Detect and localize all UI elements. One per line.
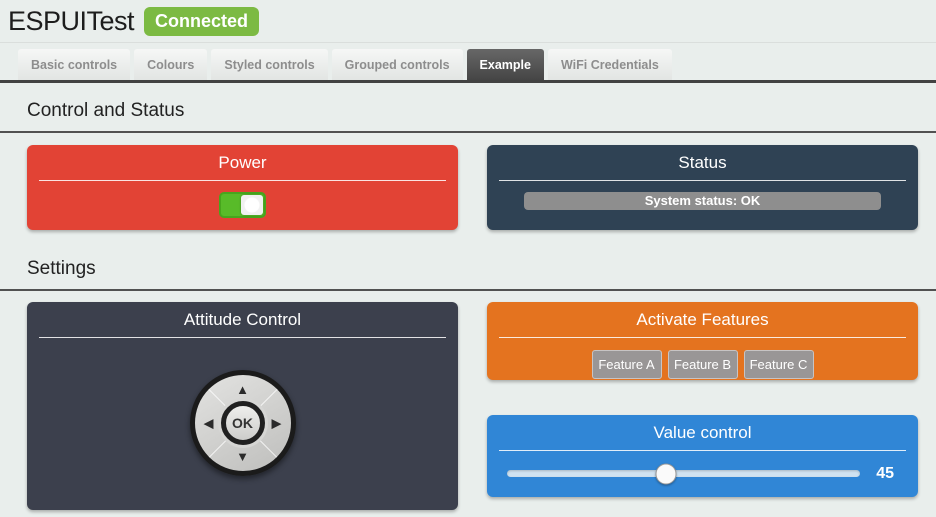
value-control-panel: Value control 45 [487,415,918,497]
activate-features-panel: Activate Features Feature A Feature B Fe… [487,302,918,380]
app-header: ESPUITest Connected [0,0,936,43]
system-status-label: System status: OK [524,192,881,210]
status-panel: Status System status: OK [487,145,918,230]
value-panel-title: Value control [487,415,918,443]
attitude-control-panel: Attitude Control ▲ ▼ ◀ ▶ OK [27,302,458,510]
tab-wifi-credentials[interactable]: WiFi Credentials [548,49,672,80]
dpad-down-icon[interactable]: ▼ [236,450,249,463]
value-slider-readout: 45 [876,465,894,483]
tab-basic-controls[interactable]: Basic controls [18,49,130,80]
power-toggle-switch[interactable] [219,192,266,218]
dpad-up-icon[interactable]: ▲ [236,383,249,396]
feature-b-button[interactable]: Feature B [668,350,738,379]
tab-styled-controls[interactable]: Styled controls [211,49,327,80]
dpad-control[interactable]: ▲ ▼ ◀ ▶ OK [190,370,296,476]
app-title: ESPUITest [8,6,134,37]
dpad-left-icon[interactable]: ◀ [204,417,214,430]
section-divider [0,131,936,133]
tab-grouped-controls[interactable]: Grouped controls [332,49,463,80]
status-panel-title: Status [487,145,918,173]
tab-colours[interactable]: Colours [134,49,207,80]
attitude-panel-title: Attitude Control [27,302,458,330]
feature-a-button[interactable]: Feature A [592,350,662,379]
dpad-right-icon[interactable]: ▶ [272,417,282,430]
dpad-ok-button[interactable]: OK [221,401,265,445]
value-slider-track[interactable] [507,470,860,477]
section-heading-settings: Settings [27,258,96,280]
value-slider-knob[interactable] [655,463,676,484]
section-divider [0,289,936,291]
tab-example[interactable]: Example [467,49,544,80]
features-panel-title: Activate Features [487,302,918,330]
power-panel: Power [27,145,458,230]
toggle-knob [241,195,263,215]
feature-c-button[interactable]: Feature C [744,350,814,379]
connection-status-badge: Connected [144,7,259,36]
power-panel-title: Power [27,145,458,173]
tab-bar: Basic controls Colours Styled controls G… [0,44,936,83]
section-heading-control-and-status: Control and Status [27,100,184,122]
